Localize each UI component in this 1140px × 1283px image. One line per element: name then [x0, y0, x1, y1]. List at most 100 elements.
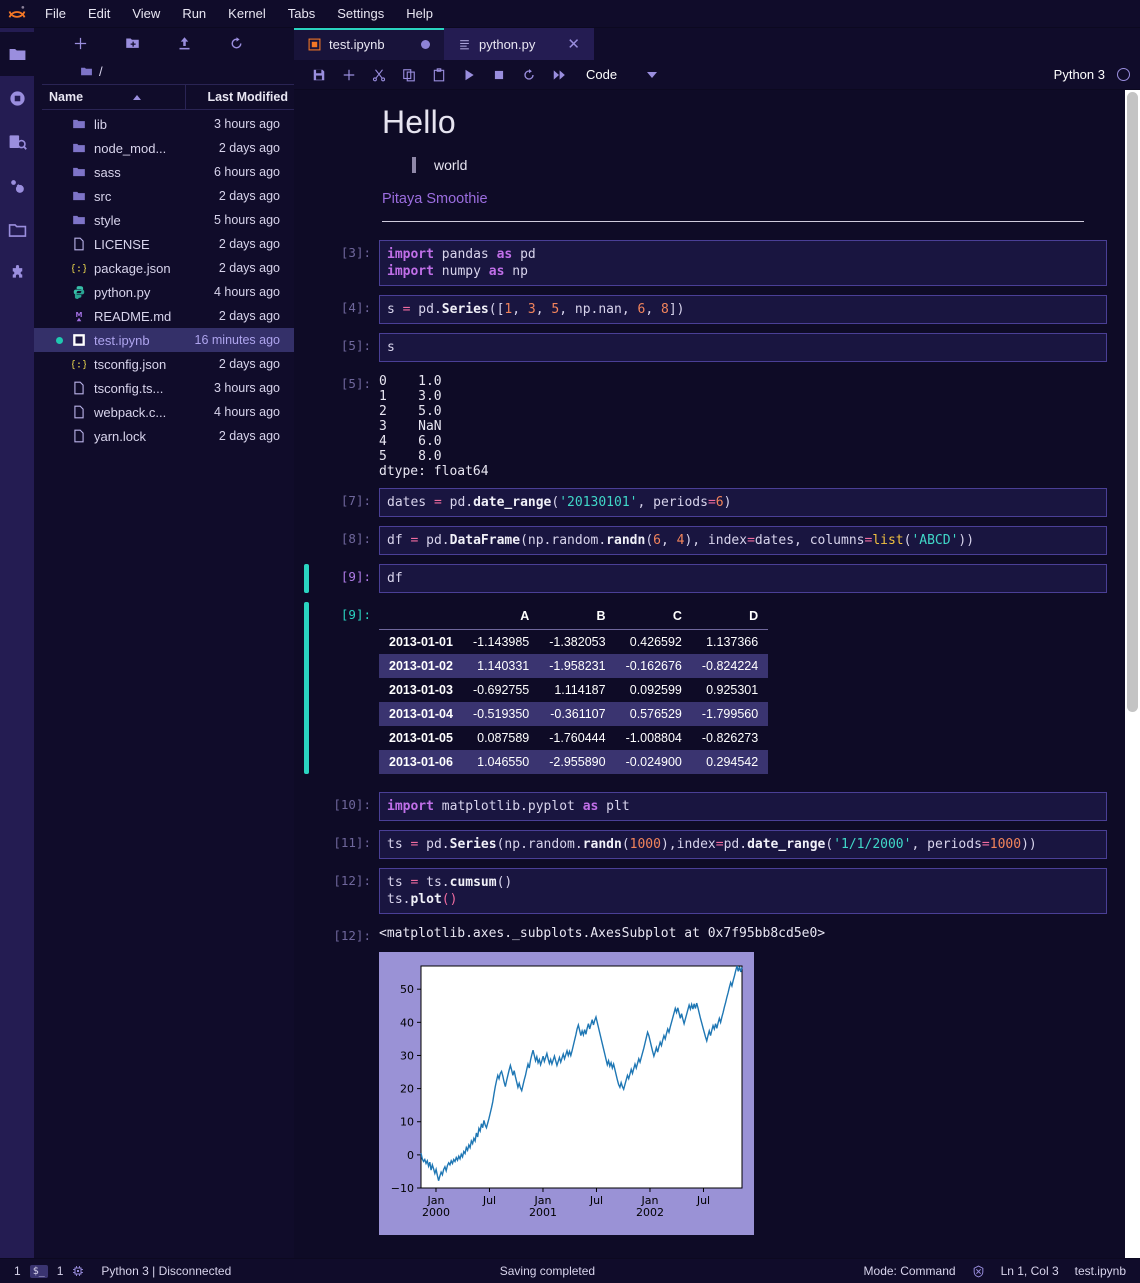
code-editor[interactable]: import pandas as pd import numpy as np: [379, 240, 1107, 286]
code-editor[interactable]: dates = pd.date_range('20130101', period…: [379, 488, 1107, 517]
code-cell[interactable]: [11]: ts = pd.Series(np.random.randn(1000…: [304, 830, 1107, 859]
tab-dirty-indicator[interactable]: [421, 39, 430, 49]
code-editor[interactable]: ts = pd.Series(np.random.randn(1000),ind…: [379, 830, 1107, 859]
file-list-item[interactable]: style 5 hours ago: [34, 208, 294, 232]
df-input-cell[interactable]: [9]: df: [304, 564, 1107, 593]
code-cell-group-2: [7]: dates = pd.date_range('20130101', pe…: [304, 488, 1107, 555]
upload-button[interactable]: [158, 29, 210, 57]
code-cell[interactable]: [5]: s: [304, 333, 1107, 362]
file-list-item[interactable]: LICENSE 2 days ago: [34, 232, 294, 256]
table-row-index: 2013-01-02: [389, 659, 453, 673]
menu-settings[interactable]: Settings: [326, 2, 395, 25]
file-list-item[interactable]: M README.md 2 days ago: [34, 304, 294, 328]
interrupt-kernel-button[interactable]: [484, 62, 514, 88]
file-list-item[interactable]: python.py 4 hours ago: [34, 280, 294, 304]
close-icon[interactable]: ✕: [567, 37, 580, 52]
command-palette-icon[interactable]: [0, 120, 34, 164]
menu-file[interactable]: File: [34, 2, 77, 25]
menu-edit[interactable]: Edit: [77, 2, 121, 25]
menu-help[interactable]: Help: [395, 2, 444, 25]
menu-kernel[interactable]: Kernel: [217, 2, 277, 25]
vertical-scrollbar[interactable]: [1125, 90, 1140, 1258]
table-row-index: 2013-01-05: [389, 731, 453, 745]
file-list-item[interactable]: test.ipynb 16 minutes ago: [34, 328, 294, 352]
column-header-name[interactable]: Name: [42, 85, 186, 109]
breadcrumb[interactable]: /: [34, 58, 294, 84]
file-list-item[interactable]: yarn.lock 2 days ago: [34, 424, 294, 448]
code-cell[interactable]: [3]: import pandas as pd import numpy as …: [304, 240, 1107, 286]
code-cell[interactable]: [8]: df = pd.DataFrame(np.random.randn(6,…: [304, 526, 1107, 555]
code-cell[interactable]: [4]: s = pd.Series([1, 3, 5, np.nan, 6, 8…: [304, 295, 1107, 324]
code-cell[interactable]: [12]: ts = ts.cumsum() ts.plot(): [304, 868, 1107, 914]
folder-icon: [72, 141, 94, 155]
run-cell-button[interactable]: [454, 62, 484, 88]
file-list-item[interactable]: sass 6 hours ago: [34, 160, 294, 184]
code-editor[interactable]: df: [379, 564, 1107, 593]
file-modified: 2 days ago: [218, 309, 280, 323]
file-list-item[interactable]: node_mod... 2 days ago: [34, 136, 294, 160]
kernel-name: Python 3: [1053, 67, 1105, 82]
tab-python-py[interactable]: python.py ✕: [444, 28, 594, 60]
file-list-item[interactable]: src 2 days ago: [34, 184, 294, 208]
cursor-position[interactable]: Ln 1, Col 3: [1001, 1264, 1059, 1278]
menu-tabs[interactable]: Tabs: [277, 2, 326, 25]
code-editor[interactable]: s = pd.Series([1, 3, 5, np.nan, 6, 8]): [379, 295, 1107, 324]
column-header-modified[interactable]: Last Modified: [186, 90, 294, 104]
markdown-cell[interactable]: Hello world Pitaya Smoothie: [304, 100, 1107, 222]
table-cell: -1.143985: [472, 635, 530, 649]
file-list-item[interactable]: lib 3 hours ago: [34, 112, 294, 136]
current-filename: test.ipynb: [1074, 1264, 1126, 1278]
notebook-scroll-area[interactable]: Hello world Pitaya Smoothie [3]: import p…: [294, 90, 1140, 1258]
untrusted-icon[interactable]: [972, 1265, 985, 1278]
input-prompt: [9]:: [340, 569, 371, 584]
file-browser-icon[interactable]: [0, 32, 34, 76]
scrollbar-thumb[interactable]: [1127, 92, 1138, 712]
code-editor[interactable]: ts = ts.cumsum() ts.plot(): [379, 868, 1107, 914]
svg-text:Jul: Jul: [589, 1194, 603, 1207]
paste-cell-button[interactable]: [424, 62, 454, 88]
input-prompt: [4]:: [340, 300, 371, 315]
insert-cell-button[interactable]: [334, 62, 364, 88]
svg-text:50: 50: [400, 983, 414, 996]
restart-kernel-button[interactable]: [514, 62, 544, 88]
file-list-item[interactable]: {:} package.json 2 days ago: [34, 256, 294, 280]
table-cell: -1.382053: [549, 635, 606, 649]
code-editor[interactable]: df = pd.DataFrame(np.random.randn(6, 4),…: [379, 526, 1107, 555]
kernel-status-text[interactable]: Python 3 | Disconnected: [101, 1264, 231, 1278]
markdown-blockquote: world: [412, 157, 1107, 173]
new-folder-button[interactable]: [106, 29, 158, 57]
code-editor[interactable]: import matplotlib.pyplot as plt: [379, 792, 1107, 821]
restart-run-all-button[interactable]: [544, 62, 574, 88]
code-cell[interactable]: [7]: dates = pd.date_range('20130101', pe…: [304, 488, 1107, 517]
open-tabs-icon[interactable]: [0, 208, 34, 252]
table-row-index: 2013-01-01: [389, 635, 453, 649]
save-button[interactable]: [304, 62, 334, 88]
file-list-item[interactable]: {:} tsconfig.json 2 days ago: [34, 352, 294, 376]
markdown-link[interactable]: Pitaya Smoothie: [382, 191, 1107, 207]
cell-type-dropdown[interactable]: Code: [586, 67, 658, 82]
file-browser-toolbar: [34, 28, 294, 58]
file-list-item[interactable]: tsconfig.ts... 3 hours ago: [34, 376, 294, 400]
property-inspector-icon[interactable]: [0, 164, 34, 208]
markdown-divider: [382, 221, 1084, 222]
menu-run[interactable]: Run: [171, 2, 217, 25]
menu-view[interactable]: View: [121, 2, 171, 25]
terminal-icon[interactable]: $_: [29, 1264, 48, 1278]
refresh-button[interactable]: [210, 29, 262, 57]
table-row-index: 2013-01-03: [389, 683, 453, 697]
file-list-item[interactable]: webpack.c... 4 hours ago: [34, 400, 294, 424]
new-launcher-button[interactable]: [54, 29, 106, 57]
page-title: Hello: [382, 104, 456, 140]
tab-test-ipynb[interactable]: test.ipynb: [294, 28, 444, 60]
table-cell: 0.576529: [629, 707, 682, 721]
file-name: tsconfig.json: [94, 356, 167, 372]
copy-cell-button[interactable]: [394, 62, 424, 88]
code-editor[interactable]: s: [379, 333, 1107, 362]
extension-manager-icon[interactable]: [0, 252, 34, 296]
cut-cell-button[interactable]: [364, 62, 394, 88]
running-terminals-icon[interactable]: [0, 76, 34, 120]
code-cell[interactable]: [10]: import matplotlib.pyplot as plt: [304, 792, 1107, 821]
table-row: 2013-01-05 0.087589 -1.760444 -1.008804 -0.8…: [379, 726, 768, 750]
cpu-icon[interactable]: [72, 1265, 84, 1277]
kernel-indicator[interactable]: Python 3: [1054, 67, 1130, 82]
